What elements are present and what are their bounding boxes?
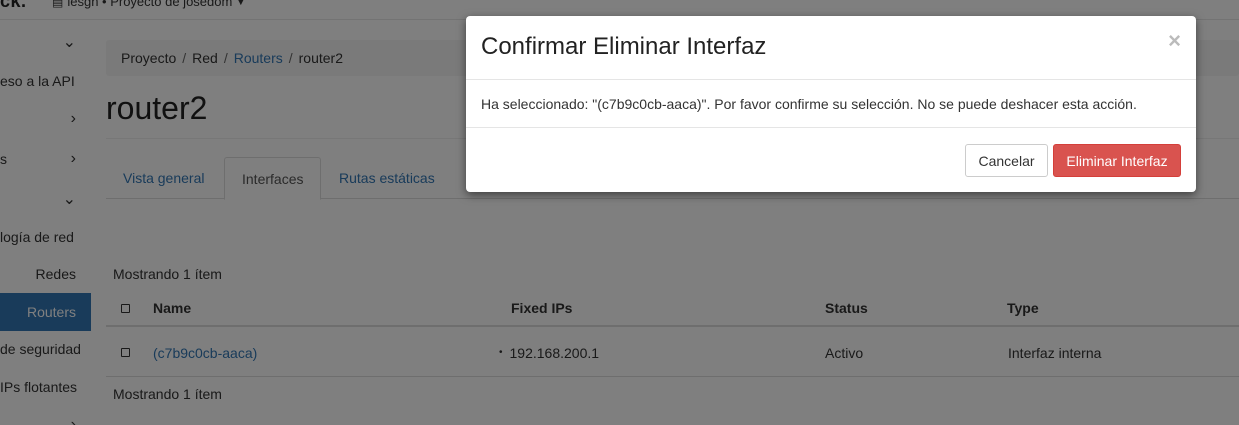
- modal-title: Confirmar Eliminar Interfaz: [481, 33, 767, 60]
- close-icon[interactable]: ×: [1168, 28, 1181, 54]
- modal-message: Ha seleccionado: "(c7b9c0cb-aaca)". Por …: [481, 95, 1137, 112]
- modal-header: Confirmar Eliminar Interfaz ×: [466, 16, 1196, 80]
- cancel-button[interactable]: Cancelar: [965, 144, 1048, 177]
- modal-body: Ha seleccionado: "(c7b9c0cb-aaca)". Por …: [466, 80, 1196, 128]
- confirm-delete-modal: Confirmar Eliminar Interfaz × Ha selecci…: [466, 16, 1196, 192]
- delete-interface-button[interactable]: Eliminar Interfaz: [1053, 144, 1181, 177]
